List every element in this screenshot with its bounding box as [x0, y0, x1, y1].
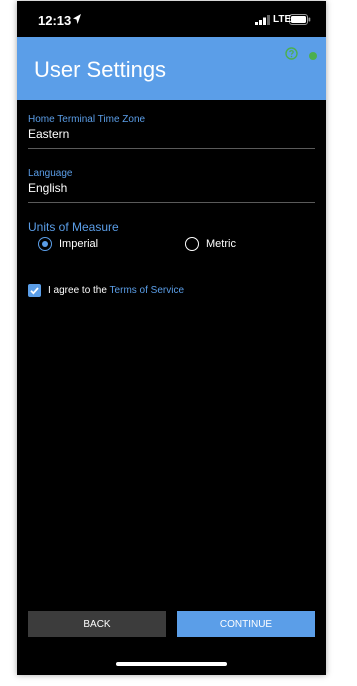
back-button[interactable]: BACK: [28, 611, 166, 637]
time-zone-label: Home Terminal Time Zone: [28, 114, 146, 125]
home-indicator[interactable]: [116, 662, 227, 666]
continue-button[interactable]: CONTINUE: [177, 611, 315, 637]
page-title: User Settings: [34, 57, 167, 82]
time-zone-value: Eastern: [28, 127, 70, 141]
radio-metric-label: Metric: [206, 238, 236, 250]
language-value: English: [28, 181, 68, 195]
terms-of-service-link[interactable]: Terms of Service: [110, 285, 184, 296]
radio-unchecked-icon: [185, 237, 199, 251]
checkmark-icon: [30, 287, 39, 295]
agree-prefix: I agree to the: [48, 285, 107, 296]
help-circle-icon[interactable]: [285, 47, 298, 60]
app-header: User Settings: [17, 37, 326, 100]
time-zone-field[interactable]: Home Terminal Time Zone Eastern: [28, 113, 315, 149]
signal-strength-icon: [255, 15, 270, 25]
terms-checkbox[interactable]: [28, 284, 41, 297]
status-bar: 12:13 LTE: [17, 1, 326, 37]
terms-agreement-text: I agree to the Terms of Service: [48, 285, 184, 296]
radio-metric[interactable]: Metric: [185, 235, 236, 253]
language-field[interactable]: Language English: [28, 167, 315, 203]
terms-agreement-row: I agree to the Terms of Service: [28, 284, 184, 297]
radio-imperial[interactable]: Imperial: [38, 235, 98, 253]
phone-screen: 12:13 LTE User Settings Home Terminal Ti…: [17, 1, 326, 675]
location-arrow-icon: [73, 14, 81, 24]
radio-imperial-label: Imperial: [59, 238, 99, 250]
units-of-measure-label: Units of Measure: [28, 220, 119, 234]
battery-icon: [289, 14, 311, 25]
radio-checked-icon: [38, 237, 52, 251]
connection-status-dot: [309, 52, 317, 60]
status-time: 12:13: [38, 13, 72, 28]
language-label: Language: [28, 168, 73, 179]
